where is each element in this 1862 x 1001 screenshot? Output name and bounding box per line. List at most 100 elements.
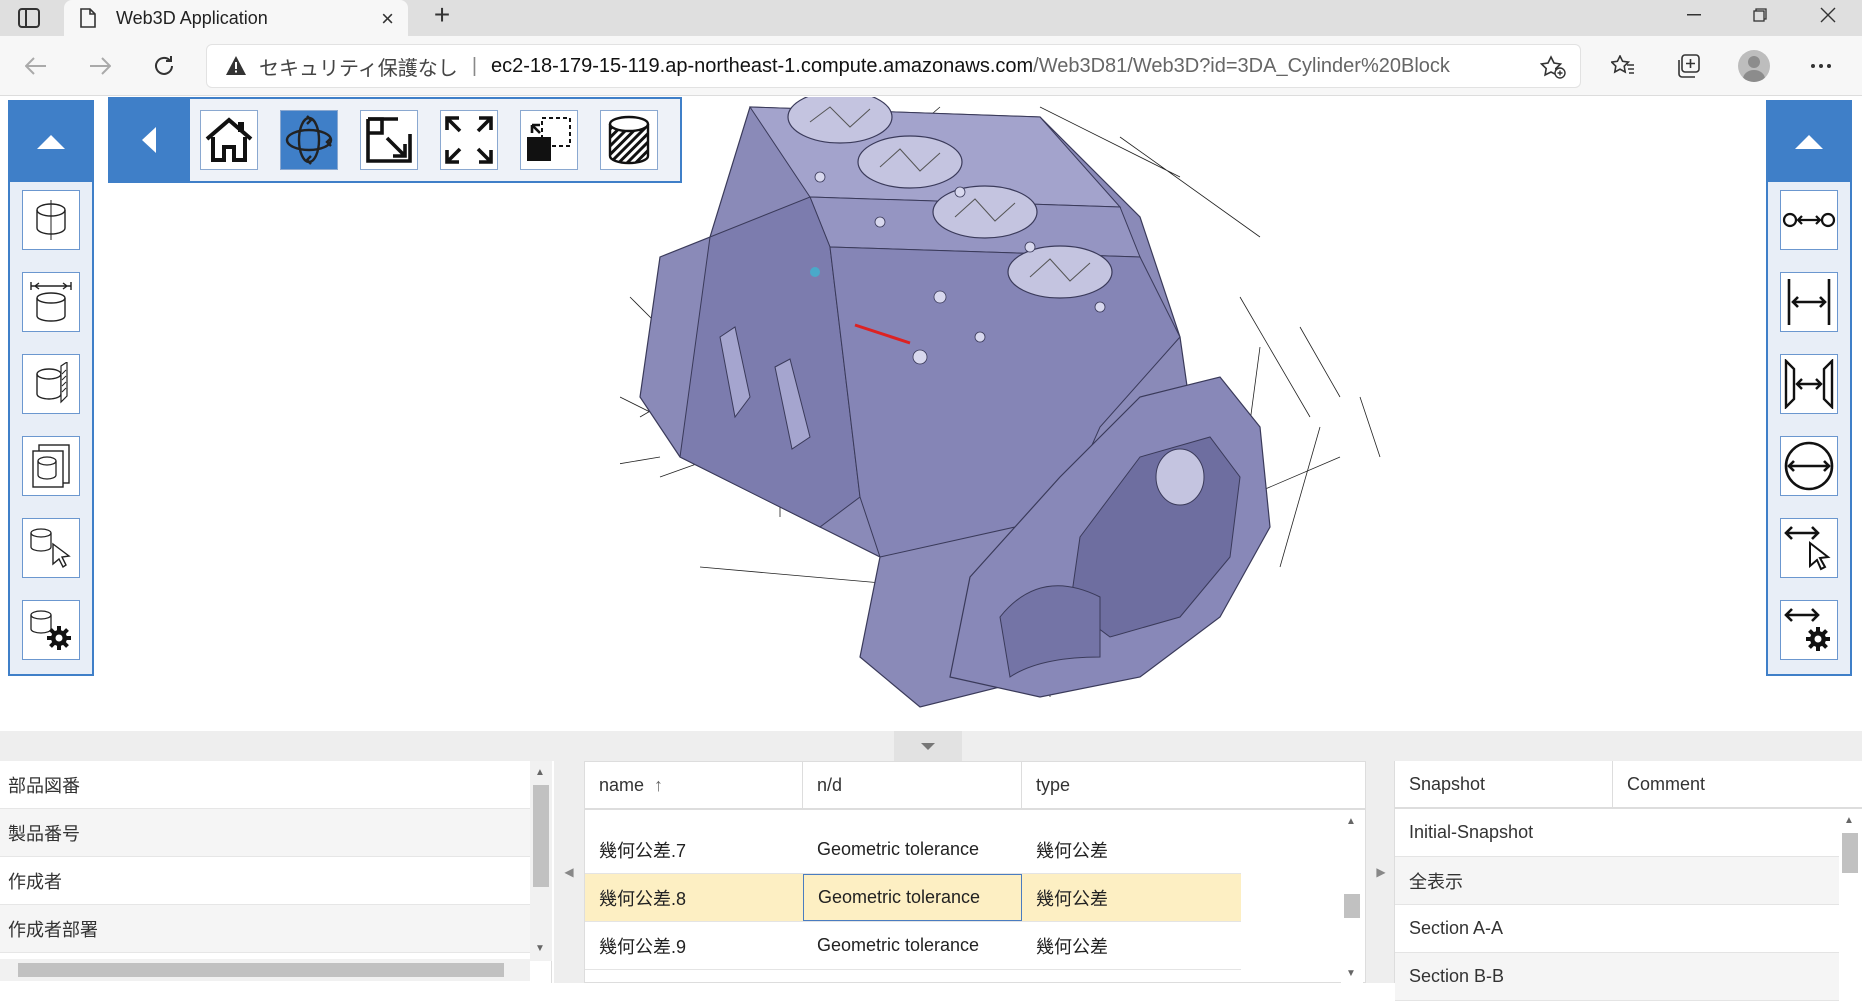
properties-vertical-scrollbar[interactable]: ▲ ▼ xyxy=(530,761,552,961)
close-window-button[interactable] xyxy=(1798,0,1858,30)
right-panel-collapse-button[interactable]: ▶ xyxy=(1366,761,1396,983)
snapshot-panel: Snapshot Comment Initial-Snapshot 全表示 Se… xyxy=(1394,761,1862,1001)
view-toolbar xyxy=(108,97,682,183)
minimize-button[interactable] xyxy=(1664,0,1724,30)
cylinder-block-model[interactable] xyxy=(620,97,1440,717)
more-options-icon[interactable] xyxy=(1805,50,1837,82)
section-cut-icon xyxy=(36,362,68,404)
table-row[interactable]: 幾何公差.7 Geometric tolerance 幾何公差 xyxy=(585,826,1241,874)
pmi-vertical-scrollbar[interactable]: ▲ ▼ xyxy=(1341,812,1363,984)
cylinder-width-icon xyxy=(30,282,72,322)
tab-title: Web3D Application xyxy=(116,7,268,28)
address-bar[interactable]: セキュリティ保護なし | ec2-18-179-15-119.ap-northe… xyxy=(206,44,1581,88)
face-distance-icon xyxy=(1784,359,1834,409)
scroll-up-icon[interactable]: ▲ xyxy=(1844,815,1854,826)
page-icon xyxy=(80,8,96,28)
zoom-window-icon xyxy=(366,117,412,163)
table-row-selected[interactable]: 幾何公差.8 Geometric tolerance 幾何公差 xyxy=(585,874,1241,922)
properties-horizontal-scrollbar[interactable] xyxy=(0,959,530,981)
view-toolbar-collapse-button[interactable] xyxy=(110,99,188,181)
zoom-select-button[interactable] xyxy=(520,110,578,170)
measure-select-button[interactable] xyxy=(1780,518,1838,578)
scroll-down-icon[interactable]: ▼ xyxy=(1346,968,1356,979)
column-header-nd[interactable]: n/d xyxy=(803,762,1022,808)
property-row[interactable]: 作成者 xyxy=(0,857,530,905)
snapshot-row[interactable]: 全表示 xyxy=(1395,857,1839,905)
profile-avatar[interactable] xyxy=(1738,50,1770,82)
measure-toolbar xyxy=(1766,100,1852,676)
new-tab-button[interactable]: + xyxy=(424,0,460,32)
layer-view-button[interactable] xyxy=(22,436,80,496)
line-distance-button[interactable] xyxy=(1780,272,1838,332)
security-label[interactable]: セキュリティ保護なし xyxy=(259,52,458,81)
browser-tab[interactable]: Web3D Application × xyxy=(64,0,408,36)
url-path: /Web3D81/Web3D?id=3DA_Cylinder%20Block xyxy=(1033,54,1450,77)
rotate-view-button[interactable] xyxy=(280,110,338,170)
collections-icon[interactable] xyxy=(1672,50,1704,82)
property-row[interactable]: 部品図番 xyxy=(0,761,530,809)
column-header-type[interactable]: type xyxy=(1022,762,1365,808)
pmi-grid-header: name ↑ n/d type xyxy=(585,762,1365,810)
point-distance-button[interactable] xyxy=(1780,190,1838,250)
hatching-button[interactable] xyxy=(600,110,658,170)
diameter-icon xyxy=(1784,441,1834,491)
left-toolbar xyxy=(8,100,94,676)
property-row[interactable]: 作成者部署 xyxy=(0,905,530,953)
face-distance-button[interactable] xyxy=(1780,354,1838,414)
line-distance-icon xyxy=(1787,279,1831,325)
sort-ascending-icon[interactable]: ↑ xyxy=(654,775,663,796)
snapshot-row[interactable]: Section B-B xyxy=(1395,953,1839,1001)
measure-settings-button[interactable] xyxy=(1780,600,1838,660)
column-header-comment[interactable]: Comment xyxy=(1613,761,1839,807)
back-button[interactable] xyxy=(18,48,54,84)
measure-cursor-icon xyxy=(1784,526,1831,571)
zoom-select-icon xyxy=(527,117,571,161)
snapshot-vertical-scrollbar[interactable]: ▲ xyxy=(1839,811,1861,983)
hatching-icon xyxy=(608,115,650,165)
zoom-window-button[interactable] xyxy=(360,110,418,170)
home-view-button[interactable] xyxy=(200,110,258,170)
layered-shape-icon xyxy=(32,444,70,488)
fit-all-button[interactable] xyxy=(440,110,498,170)
point-distance-icon xyxy=(1782,212,1836,228)
panel-toggle-button[interactable] xyxy=(894,731,962,761)
shape-gear-icon xyxy=(30,610,71,650)
shape-cursor-icon xyxy=(30,528,71,569)
3d-viewport[interactable] xyxy=(0,97,1862,731)
diameter-button[interactable] xyxy=(1780,436,1838,496)
bounding-box-button[interactable] xyxy=(22,272,80,332)
snapshot-row[interactable]: Section A-A xyxy=(1395,905,1839,953)
panel-splitter[interactable] xyxy=(0,731,1862,761)
scroll-up-icon[interactable]: ▲ xyxy=(535,767,545,778)
section-view-button[interactable] xyxy=(22,354,80,414)
favorites-icon[interactable] xyxy=(1607,50,1639,82)
tab-close-button[interactable]: × xyxy=(381,6,394,32)
reload-button[interactable] xyxy=(146,48,182,84)
cylinder-icon xyxy=(36,200,66,240)
scroll-up-icon[interactable]: ▲ xyxy=(1346,816,1356,827)
chevron-down-icon xyxy=(921,742,935,750)
warning-icon xyxy=(226,56,246,75)
view-shape-button[interactable] xyxy=(22,190,80,250)
forward-button[interactable] xyxy=(82,48,118,84)
add-favorite-icon[interactable] xyxy=(1540,55,1566,79)
column-header-snapshot[interactable]: Snapshot xyxy=(1395,761,1613,807)
shape-settings-button[interactable] xyxy=(22,600,80,660)
measure-toolbar-collapse-button[interactable] xyxy=(1768,102,1850,182)
left-panel-collapse-button[interactable]: ◀ xyxy=(554,761,584,983)
property-row[interactable]: 製品番号 xyxy=(0,809,530,857)
column-header-name[interactable]: name ↑ xyxy=(585,762,803,808)
table-row[interactable]: 幾何公差.9 Geometric tolerance 幾何公差 xyxy=(585,922,1241,970)
home-icon xyxy=(205,117,253,162)
scroll-down-icon[interactable]: ▼ xyxy=(535,943,545,954)
restore-button[interactable] xyxy=(1730,0,1790,30)
pmi-grid: name ↑ n/d type 幾何公差.7 Geometric toleran… xyxy=(584,761,1366,984)
tab-actions-icon[interactable] xyxy=(14,4,44,32)
browser-tabbar: Web3D Application × + xyxy=(0,0,1862,36)
select-shape-button[interactable] xyxy=(22,518,80,578)
left-toolbar-collapse-button[interactable] xyxy=(10,102,92,182)
snapshot-row[interactable]: Initial-Snapshot xyxy=(1395,809,1839,857)
url-host: ec2-18-179-15-119.ap-northeast-1.compute… xyxy=(491,54,1034,77)
url-separator: | xyxy=(471,54,478,77)
browser-navbar: セキュリティ保護なし | ec2-18-179-15-119.ap-northe… xyxy=(0,36,1862,96)
